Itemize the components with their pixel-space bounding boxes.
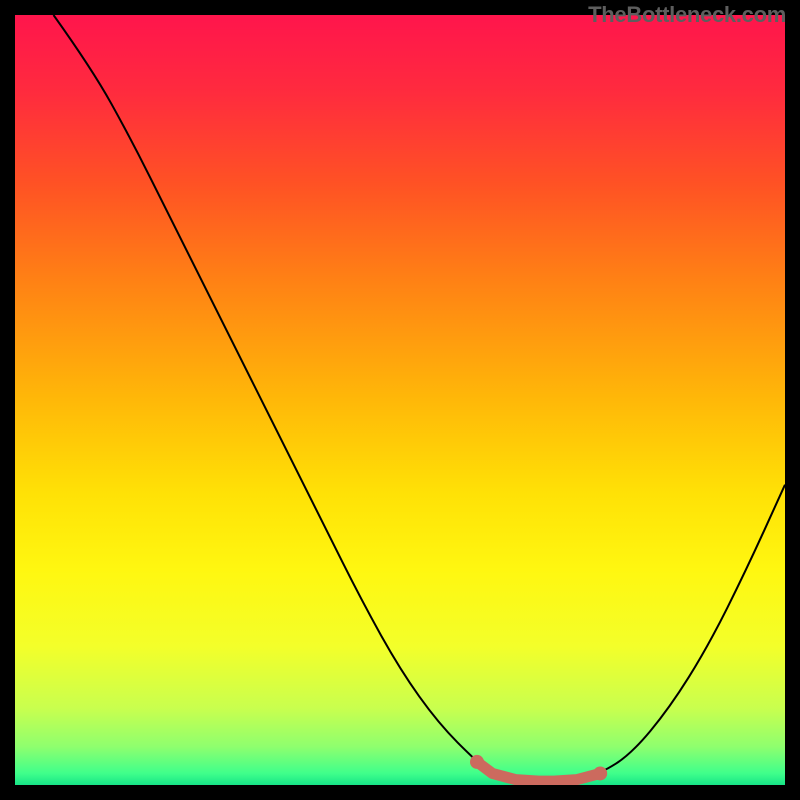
chart-plot xyxy=(15,15,785,785)
gradient-background xyxy=(15,15,785,785)
highlight-end-dot xyxy=(593,766,607,780)
chart-stage: TheBottleneck.com xyxy=(0,0,800,800)
watermark-text: TheBottleneck.com xyxy=(588,2,786,28)
highlight-start-dot xyxy=(470,755,484,769)
